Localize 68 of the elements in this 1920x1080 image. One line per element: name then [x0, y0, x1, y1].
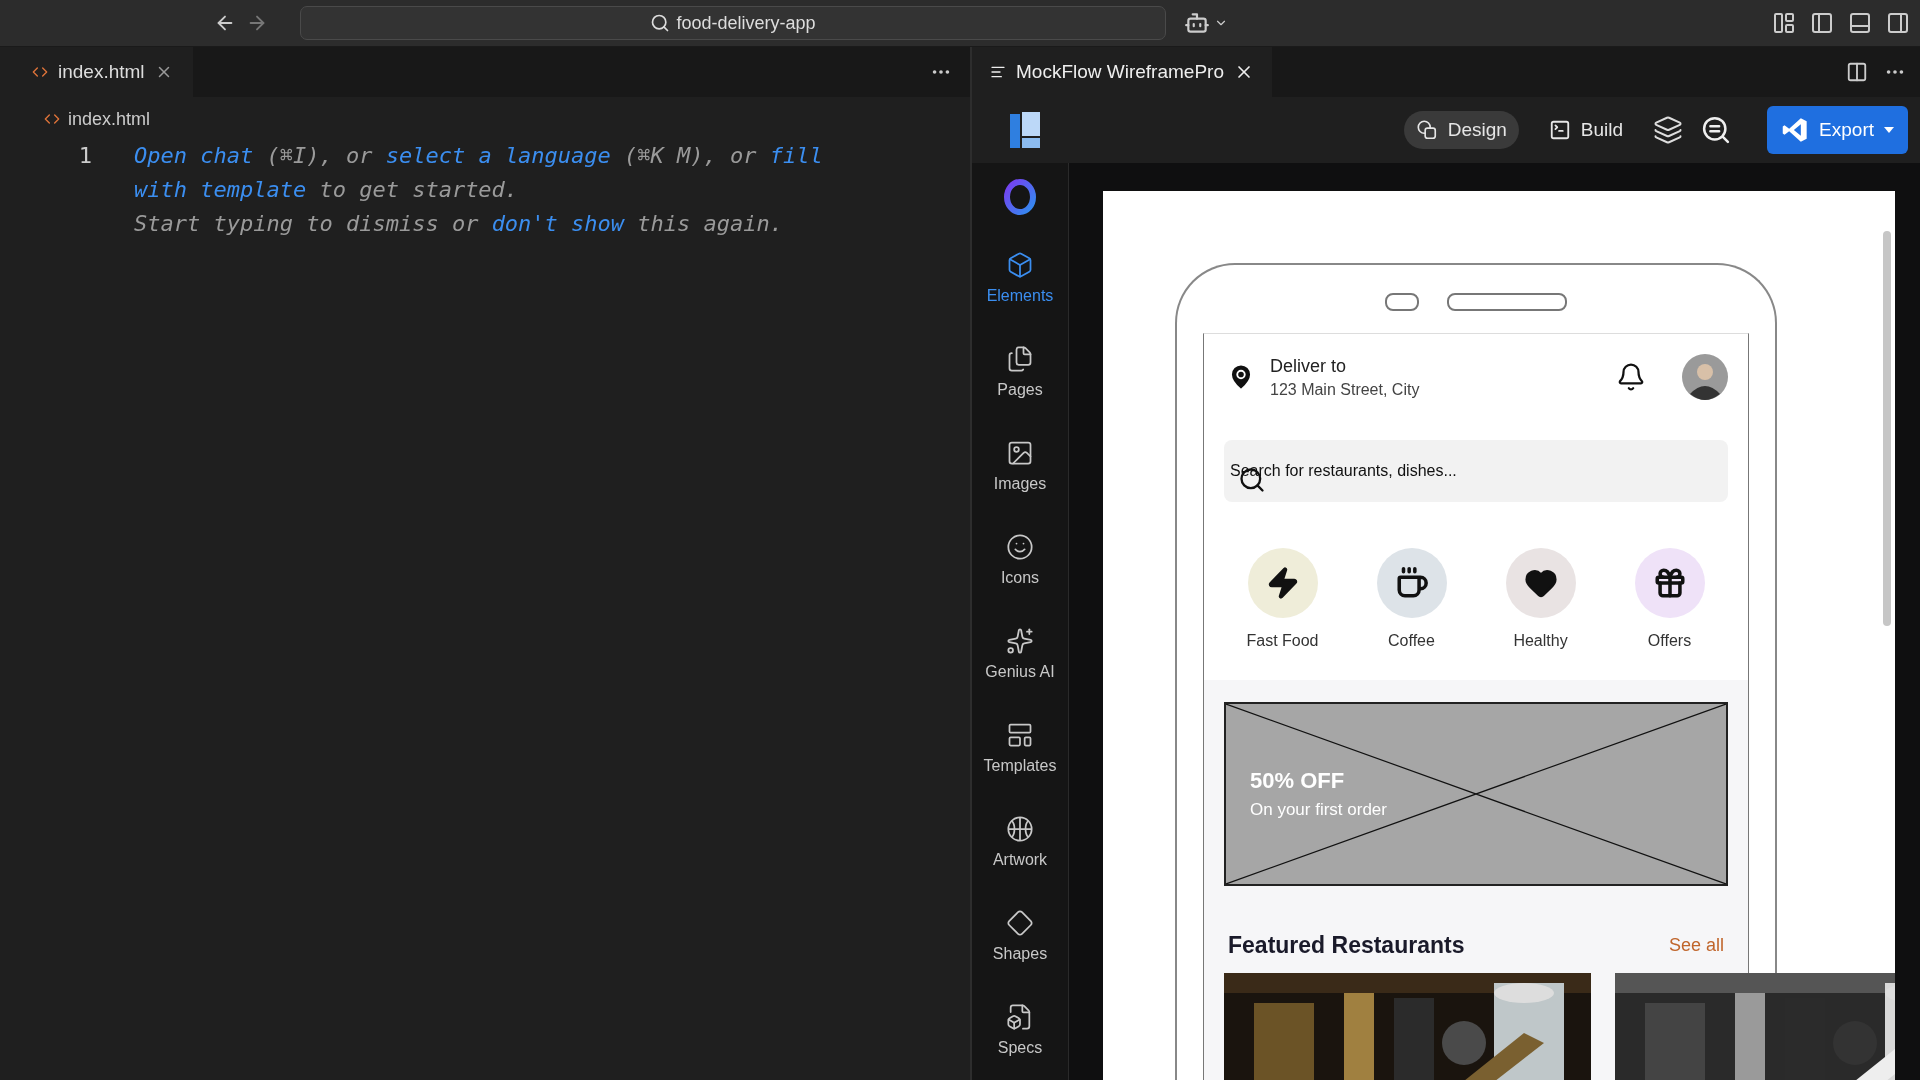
right-panel-icon[interactable]: [1886, 11, 1910, 35]
robot-icon: [1184, 10, 1210, 36]
lines-icon: [990, 64, 1006, 80]
camera-notch: [1385, 293, 1419, 311]
sidebar-item[interactable]: Icons: [975, 529, 1065, 591]
section-title: Featured Restaurants: [1228, 932, 1465, 959]
layout-icon[interactable]: [1772, 11, 1796, 35]
search-icon: [650, 13, 671, 33]
banner-title: 50% OFF: [1250, 768, 1345, 794]
layers-icon[interactable]: [1653, 115, 1684, 145]
coffee-cup-icon: [1394, 566, 1429, 600]
gift-icon: [1652, 566, 1687, 600]
see-all-link[interactable]: See all: [1668, 935, 1724, 956]
hint-link[interactable]: with template: [134, 177, 307, 202]
zoom-icon[interactable]: [1701, 115, 1732, 145]
sparkles-icon: [1006, 627, 1034, 655]
deliver-label: Deliver to: [1270, 355, 1348, 377]
hint-link[interactable]: select a language: [385, 143, 611, 168]
export-button[interactable]: Export: [1767, 106, 1908, 154]
command-search-field[interactable]: food-delivery-app: [300, 6, 1166, 40]
template-icon: [1006, 721, 1034, 749]
scrollbar[interactable]: [1883, 231, 1891, 626]
cube-icon: [1006, 251, 1034, 279]
image-icon: [1006, 439, 1034, 467]
address-text[interactable]: 123 Main Street, City: [1270, 380, 1602, 399]
code-editor-logo-icon: [1781, 116, 1810, 144]
bottom-panel-icon[interactable]: [1848, 11, 1872, 35]
app-logo: [1010, 112, 1040, 148]
editor-tab[interactable]: index.html: [0, 47, 193, 97]
build-button[interactable]: Build: [1536, 111, 1636, 149]
brand-ring-icon: [1003, 179, 1037, 215]
hint-text: with template to get started.: [134, 176, 520, 204]
bell-icon: [1616, 362, 1646, 392]
category-button[interactable]: Offers: [1605, 548, 1734, 650]
category-button[interactable]: Coffee: [1347, 548, 1476, 650]
category-button[interactable]: Fast Food: [1218, 548, 1347, 650]
hint-text: Open chat (⌘I), or select a language (⌘K M), or fill: [134, 142, 823, 170]
banner-subtitle: On your first order: [1250, 800, 1387, 820]
sidebar-item[interactable]: Specs: [975, 999, 1065, 1061]
hint-link[interactable]: fill: [769, 143, 823, 168]
sidebar-item[interactable]: Elements: [975, 247, 1065, 309]
hint-link[interactable]: Open chat: [134, 143, 254, 168]
diamond-icon: [1006, 909, 1034, 937]
smiley-icon: [1006, 533, 1034, 561]
caret-icon: [1884, 127, 1894, 133]
copilot-button[interactable]: [1184, 10, 1228, 36]
ball-icon: [1006, 815, 1034, 843]
sidebar-item[interactable]: Shapes: [975, 905, 1065, 967]
category-button[interactable]: Healthy: [1476, 548, 1605, 650]
split-editor-icon[interactable]: [1846, 61, 1868, 83]
left-panel-icon[interactable]: [1810, 11, 1834, 35]
design-button[interactable]: Design: [1403, 111, 1519, 149]
hint-link[interactable]: don't show: [491, 211, 625, 236]
sidebar-item[interactable]: Templates: [975, 717, 1065, 779]
panel-tab[interactable]: MockFlow WireframePro: [972, 47, 1272, 97]
terminal-icon: [1548, 119, 1571, 141]
code-icon: [32, 64, 48, 80]
line-number: 1: [77, 142, 92, 170]
pages-icon: [1006, 345, 1034, 373]
sidebar-item[interactable]: Images: [975, 435, 1065, 497]
code-icon: [44, 111, 60, 127]
breadcrumb[interactable]: index.html: [68, 108, 151, 130]
sidebar-item[interactable]: Pages: [975, 341, 1065, 403]
hint-text: Start typing to dismiss or don't show this again.: [134, 210, 785, 238]
shapes-icon: [1415, 119, 1438, 141]
avatar[interactable]: [1682, 354, 1728, 400]
sidebar-item[interactable]: Genius AI: [975, 623, 1065, 685]
sidebar-item[interactable]: Artwork: [975, 811, 1065, 873]
